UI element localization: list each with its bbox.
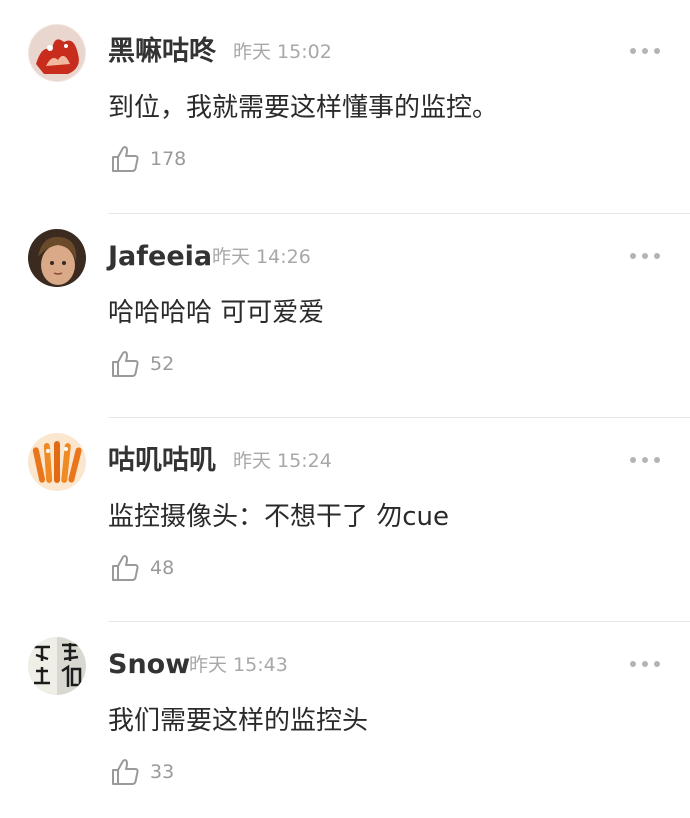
more-dots-icon[interactable] bbox=[630, 47, 660, 55]
like-count: 33 bbox=[150, 760, 175, 783]
avatar[interactable] bbox=[28, 637, 86, 695]
comment-text: 我们需要这样的监控头 bbox=[108, 706, 369, 736]
timestamp: 昨天 14:26 bbox=[212, 246, 311, 268]
like-count: 52 bbox=[150, 352, 175, 375]
like-button[interactable]: 48 bbox=[110, 553, 174, 583]
thumbs-up-icon bbox=[112, 555, 139, 581]
like-count: 48 bbox=[150, 556, 175, 579]
avatar[interactable] bbox=[28, 24, 86, 82]
comment-item: 黑嘛咕咚 昨天 15:02 到位，我就需要这样懂事的监控。 178 bbox=[0, 0, 690, 214]
timestamp: 昨天 15:02 bbox=[233, 41, 332, 63]
avatar[interactable] bbox=[28, 229, 86, 287]
username[interactable]: 黑嘛咕咚 bbox=[108, 38, 216, 65]
comment-text: 哈哈哈哈 可可爱爱 bbox=[108, 298, 325, 328]
more-dots-icon[interactable] bbox=[630, 660, 660, 668]
username[interactable]: 咕叽咕叽 bbox=[108, 447, 216, 474]
timestamp: 昨天 15:24 bbox=[233, 450, 332, 472]
avatar[interactable] bbox=[28, 433, 86, 491]
comment-item: Snow 昨天 15:43 我们需要这样的监控头 33 bbox=[0, 613, 690, 818]
more-dots-icon[interactable] bbox=[630, 456, 660, 464]
comment-item: 咕叽咕叽 昨天 15:24 监控摄像头：不想干了 勿cue 48 bbox=[0, 409, 690, 622]
username[interactable]: Snow bbox=[108, 651, 190, 678]
comment-text: 监控摄像头：不想干了 勿cue bbox=[108, 502, 450, 532]
comment-text: 到位，我就需要这样懂事的监控。 bbox=[108, 93, 499, 123]
thumbs-up-icon bbox=[112, 146, 139, 172]
more-dots-icon[interactable] bbox=[630, 252, 660, 260]
thumbs-up-icon bbox=[112, 759, 139, 785]
like-button[interactable]: 33 bbox=[110, 757, 174, 787]
thumbs-up-icon bbox=[112, 351, 139, 377]
comment-item: Jafeeia 昨天 14:26 哈哈哈哈 可可爱爱 52 bbox=[0, 205, 690, 418]
like-button[interactable]: 178 bbox=[110, 144, 186, 174]
like-button[interactable]: 52 bbox=[110, 349, 174, 379]
like-count: 178 bbox=[150, 147, 187, 170]
username[interactable]: Jafeeia bbox=[108, 243, 212, 270]
timestamp: 昨天 15:43 bbox=[189, 654, 288, 676]
